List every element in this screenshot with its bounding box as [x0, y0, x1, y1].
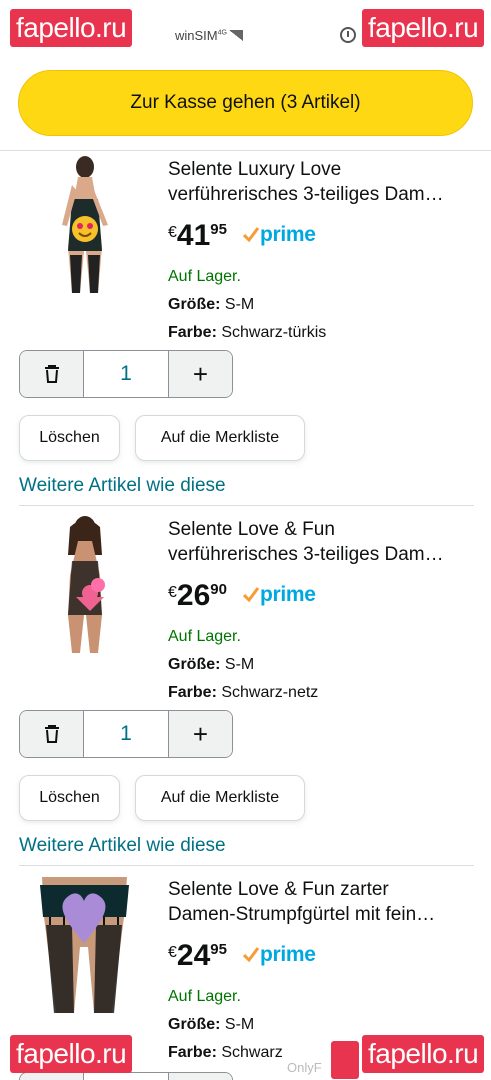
delete-quantity-button[interactable]	[20, 351, 83, 397]
color-attribute: Farbe: Schwarz-netz	[168, 683, 478, 703]
price-whole: 26	[176, 579, 211, 612]
carrier-label: winSIM4G	[175, 28, 243, 43]
size-value: S-M	[224, 1016, 255, 1033]
size-label: Größe:	[168, 656, 221, 673]
product-info: Selente Luxury Love verführerisches 3-te…	[168, 157, 478, 343]
color-label: Farbe:	[168, 1044, 217, 1061]
divider	[19, 865, 474, 866]
increase-quantity-button[interactable]: +	[169, 711, 232, 757]
network-type: 4G	[217, 29, 227, 37]
save-for-later-button[interactable]: Auf die Merkliste	[135, 415, 305, 461]
watermark-logo: fapello.ru	[10, 9, 133, 47]
divider	[0, 150, 491, 151]
size-label: Größe:	[168, 296, 221, 313]
product-image-graphic	[62, 156, 108, 293]
size-value: S-M	[224, 296, 255, 313]
carrier-name: winSIM	[175, 28, 218, 43]
divider	[19, 505, 474, 506]
signal-icon	[228, 30, 243, 41]
color-value: Schwarz	[221, 1044, 283, 1061]
size-value: S-M	[224, 656, 255, 673]
product-info: Selente Love & Fun verführerisches 3-tei…	[168, 517, 478, 703]
prime-check-icon	[242, 587, 259, 603]
quantity-stepper	[19, 1072, 233, 1080]
product-image[interactable]	[40, 515, 130, 655]
watermark-logo: fapello.ru	[10, 1035, 133, 1073]
similar-items-link[interactable]: Weitere Artikel wie diese	[19, 835, 226, 857]
watermark-fragment	[331, 1041, 359, 1079]
prime-badge: prime	[242, 943, 316, 967]
prime-badge: prime	[242, 583, 316, 607]
similar-items-link[interactable]: Weitere Artikel wie diese	[19, 475, 226, 497]
size-attribute: Größe: S-M	[168, 295, 478, 315]
increase-quantity-button[interactable]: +	[169, 351, 232, 397]
price-row: € 41 95 prime	[168, 219, 478, 259]
quantity-stepper: 1 +	[19, 350, 233, 398]
price-currency: €	[168, 944, 177, 961]
watermark-text: OnlyF	[287, 1060, 322, 1075]
price: € 26 90	[168, 579, 227, 613]
stock-status: Auf Lager.	[168, 988, 241, 1005]
price: € 24 95	[168, 939, 227, 973]
color-value: Schwarz-netz	[221, 684, 319, 701]
price-whole: 41	[176, 219, 211, 252]
product-image[interactable]	[32, 877, 137, 1013]
product-image-graphic	[40, 877, 129, 1013]
delete-quantity-button[interactable]	[20, 711, 83, 757]
checkout-button[interactable]: Zur Kasse gehen (3 Artikel)	[18, 70, 473, 136]
color-value: Schwarz-türkis	[221, 324, 327, 341]
product-title[interactable]: Selente Love & Fun verführerisches 3-tei…	[168, 517, 478, 567]
price-currency: €	[168, 224, 177, 241]
trash-icon	[44, 725, 59, 743]
delete-button[interactable]: Löschen	[19, 415, 120, 461]
save-for-later-button[interactable]: Auf die Merkliste	[135, 775, 305, 821]
prime-check-icon	[242, 227, 259, 243]
stock-status: Auf Lager.	[168, 268, 241, 285]
size-attribute: Größe: S-M	[168, 1015, 478, 1035]
prime-check-icon	[242, 947, 259, 963]
price-currency: €	[168, 584, 177, 601]
delete-button[interactable]: Löschen	[19, 775, 120, 821]
size-label: Größe:	[168, 1016, 221, 1033]
watermark-logo: fapello.ru	[362, 1035, 485, 1073]
watermark-logo: fapello.ru	[362, 9, 485, 47]
quantity-value: 1	[83, 711, 169, 757]
color-attribute: Farbe: Schwarz-türkis	[168, 323, 478, 343]
product-title-line2: Damen-Strumpfgürtel mit fein…	[168, 904, 436, 925]
delete-quantity-button[interactable]	[20, 1073, 83, 1080]
quantity-stepper: 1 +	[19, 710, 233, 758]
trash-icon	[44, 365, 59, 383]
stock-status: Auf Lager.	[168, 628, 241, 645]
product-title-line1: Selente Love & Fun	[168, 519, 335, 540]
price-fraction: 95	[210, 221, 227, 238]
quantity-value	[83, 1073, 169, 1080]
checkout-container: Zur Kasse gehen (3 Artikel)	[18, 70, 473, 136]
plus-icon: +	[192, 359, 209, 389]
price-row: € 24 95 prime	[168, 939, 478, 979]
price-whole: 24	[176, 939, 211, 972]
product-title-line2: verführerisches 3-teiliges Dam…	[168, 184, 444, 205]
price-fraction: 95	[210, 941, 227, 958]
product-title-line2: verführerisches 3-teiliges Dam…	[168, 544, 444, 565]
price-fraction: 90	[210, 581, 227, 598]
price-row: € 26 90 prime	[168, 579, 478, 619]
color-label: Farbe:	[168, 684, 217, 701]
product-title[interactable]: Selente Luxury Love verführerisches 3-te…	[168, 157, 478, 207]
price: € 41 95	[168, 219, 227, 253]
prime-label: prime	[259, 583, 316, 606]
alarm-icon	[340, 27, 356, 43]
product-image[interactable]	[40, 155, 130, 295]
plus-icon: +	[192, 719, 209, 749]
prime-label: prime	[259, 223, 316, 246]
prime-label: prime	[259, 943, 316, 966]
size-attribute: Größe: S-M	[168, 655, 478, 675]
increase-quantity-button[interactable]	[169, 1073, 232, 1080]
prime-badge: prime	[242, 223, 316, 247]
product-title-line1: Selente Luxury Love	[168, 159, 342, 180]
product-title-line1: Selente Love & Fun zarter	[168, 879, 389, 900]
product-image-graphic	[68, 516, 105, 653]
quantity-value: 1	[83, 351, 169, 397]
product-title[interactable]: Selente Love & Fun zarter Damen-Strumpfg…	[168, 877, 478, 927]
color-label: Farbe:	[168, 324, 217, 341]
